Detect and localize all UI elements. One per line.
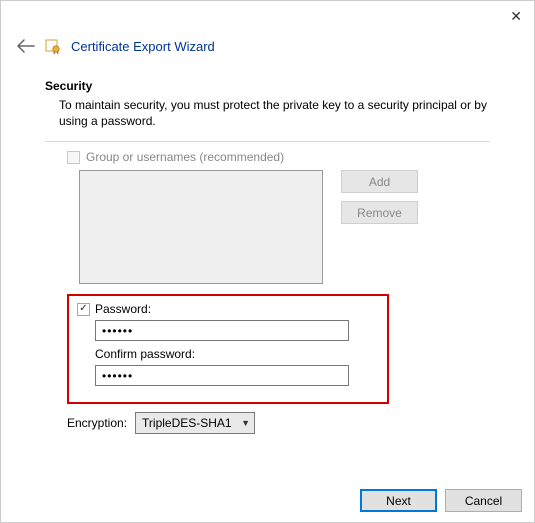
divider: [45, 141, 490, 142]
section-heading: Security: [45, 79, 490, 93]
password-highlight: ✓ Password: Confirm password:: [67, 294, 389, 404]
encryption-value: TripleDES-SHA1: [142, 416, 232, 430]
wizard-title: Certificate Export Wizard: [71, 39, 215, 54]
confirm-password-label: Confirm password:: [95, 347, 195, 361]
next-button[interactable]: Next: [360, 489, 437, 512]
titlebar: ✕: [1, 1, 534, 31]
close-icon[interactable]: ✕: [510, 8, 522, 25]
encryption-select[interactable]: TripleDES-SHA1 ▼: [135, 412, 255, 434]
back-arrow-icon[interactable]: [17, 37, 35, 55]
section-description: To maintain security, you must protect t…: [45, 97, 490, 129]
password-checkbox-label: Password:: [95, 302, 151, 316]
group-checkbox-label: Group or usernames (recommended): [86, 150, 284, 164]
add-button[interactable]: Add: [341, 170, 418, 193]
chevron-down-icon: ▼: [241, 418, 250, 428]
password-input[interactable]: [95, 320, 349, 341]
certificate-icon: [45, 38, 61, 54]
principals-listbox[interactable]: [79, 170, 323, 284]
confirm-password-input[interactable]: [95, 365, 349, 386]
wizard-header: Certificate Export Wizard: [1, 31, 534, 65]
cancel-button[interactable]: Cancel: [445, 489, 522, 512]
group-checkbox[interactable]: [67, 151, 80, 164]
password-checkbox[interactable]: ✓: [77, 303, 90, 316]
remove-button[interactable]: Remove: [341, 201, 418, 224]
footer-buttons: Next Cancel: [360, 489, 522, 512]
content-area: Security To maintain security, you must …: [1, 65, 534, 434]
group-usernames-option: Group or usernames (recommended): [45, 150, 490, 164]
encryption-label: Encryption:: [67, 416, 127, 430]
